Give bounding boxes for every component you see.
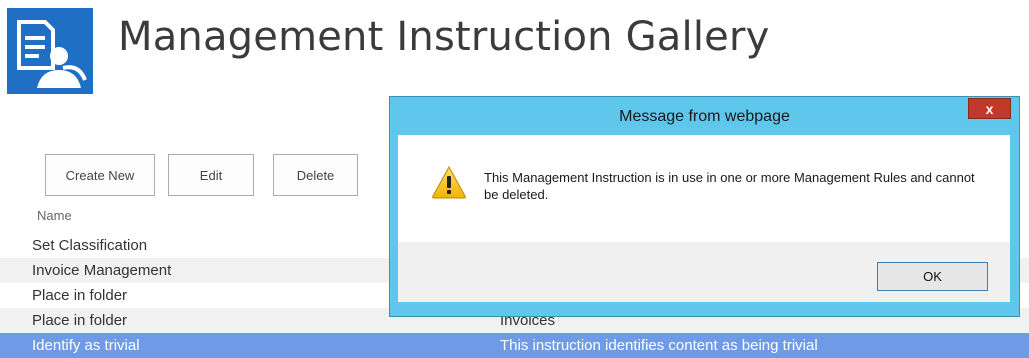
list-item-name: Place in folder [32, 312, 128, 329]
list-item-name: Identify as trivial [32, 337, 140, 354]
dialog-message: This Management Instruction is in use in… [484, 170, 975, 202]
dialog-title: Message from webpage [619, 108, 790, 125]
column-header-name[interactable]: Name [37, 208, 72, 223]
list-item-name: Set Classification [32, 237, 148, 254]
create-new-button[interactable]: Create New [45, 154, 155, 196]
delete-button[interactable]: Delete [273, 154, 358, 196]
list-item-name: Place in folder [32, 287, 128, 304]
ok-button[interactable]: OK [877, 262, 988, 291]
dialog-body: This Management Instruction is in use in… [398, 135, 1010, 302]
app-logo-icon [7, 8, 93, 94]
list-item-name: Invoice Management [32, 262, 172, 279]
edit-button[interactable]: Edit [168, 154, 254, 196]
close-button[interactable]: x [968, 98, 1011, 119]
warning-icon [431, 165, 467, 199]
message-dialog: Message from webpage x This Management I… [389, 96, 1020, 317]
list-item-description: This instruction identifies content as b… [500, 337, 818, 354]
page-title: Management Instruction Gallery [118, 14, 770, 60]
list-item-selected[interactable]: Identify as trivial This instruction ide… [0, 333, 1029, 358]
